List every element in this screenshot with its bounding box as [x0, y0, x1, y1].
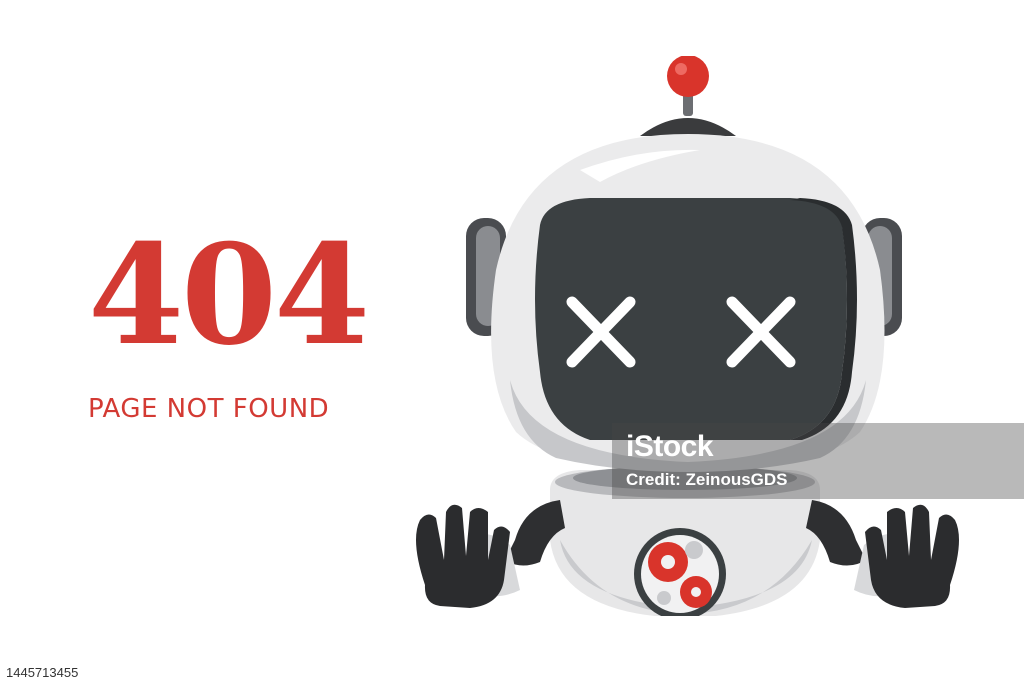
stock-id: 1445713455	[6, 665, 79, 680]
robot-head	[466, 134, 902, 472]
left-hand	[416, 504, 510, 608]
error-code: 404	[88, 213, 370, 376]
error-message: PAGE NOT FOUND	[88, 394, 330, 424]
watermark-credit: Credit: ZeinousGDS	[626, 470, 788, 489]
robot-illustration	[416, 56, 959, 616]
stock-id-bar	[0, 659, 1024, 693]
chest-gear-icon	[634, 528, 726, 616]
watermark-brand: iStock	[626, 430, 714, 463]
right-hand	[865, 504, 959, 608]
antenna	[640, 56, 736, 136]
